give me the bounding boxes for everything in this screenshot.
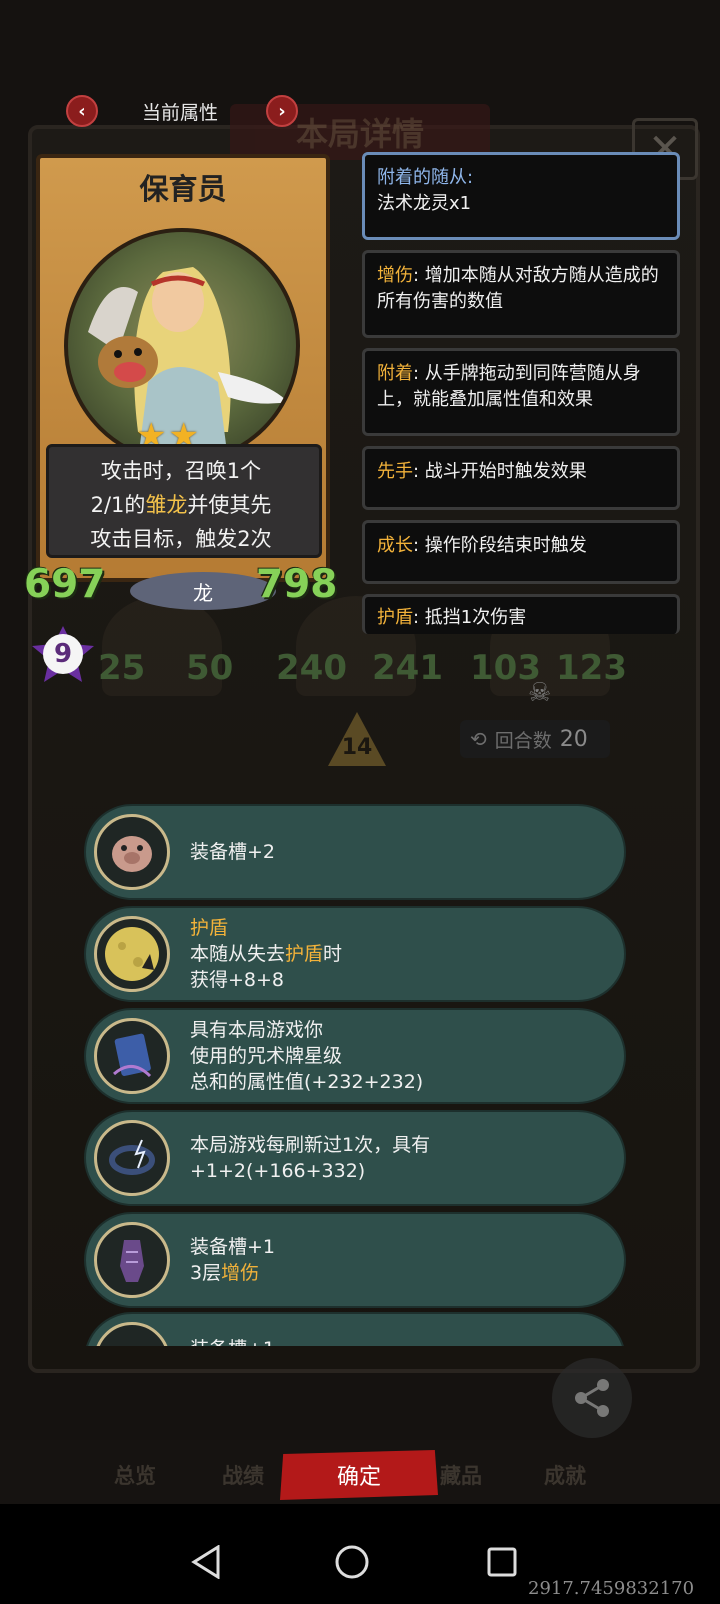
equipment-text: 装备槽+1 (190, 1336, 275, 1346)
keyword-title: 先手 (377, 461, 413, 482)
equipment-text-part: 本随从失去 (190, 943, 286, 965)
equipment-row[interactable]: 装备槽+1 (84, 1312, 626, 1346)
refresh-icon: ⟲ (470, 727, 487, 751)
equipment-row[interactable]: 本局游戏每刷新过1次，具有 +1+2(+166+332) (84, 1110, 626, 1206)
current-attributes-label: 当前属性 (142, 102, 219, 124)
equipment-row[interactable]: 具有本局游戏你 使用的咒术牌星级 总和的属性值(+232+232) (84, 1008, 626, 1104)
equipment-line: 总和的属性值(+232+232) (190, 1071, 424, 1093)
keyword-text: : 战斗开始时触发效果 (413, 461, 587, 482)
keyword-text: : 操作阶段结束时触发 (413, 535, 587, 556)
equipment-text-part: 3层 (190, 1262, 222, 1284)
minion-card: 保育员 ★★ 攻击时，召唤1个 2/1的雏龙并使其先 攻击目标，触发2次 697… (24, 148, 338, 622)
unit-attack: 25 (98, 648, 146, 688)
tier-badge: 9 (32, 626, 94, 682)
desc-keyword-hatchling: 雏龙 (145, 493, 188, 517)
desc-line-1: 攻击时，召唤1个 (100, 459, 262, 483)
equipment-text: 装备槽+2 (190, 839, 275, 865)
keyword-title: 附着 (377, 363, 413, 384)
equipment-row[interactable]: 装备槽+2 (84, 804, 626, 900)
keyword-text: : 增加本随从对敌方随从造成的所有伤害的数值 (377, 265, 659, 312)
item-icon (94, 1322, 170, 1346)
keyword-title: 护盾 (377, 607, 413, 628)
spellbook-icon (94, 1018, 170, 1094)
lightning-ring-icon (94, 1120, 170, 1196)
equipment-line: 使用的咒术牌星级 (190, 1045, 343, 1067)
equipment-line: 装备槽+1 (190, 1236, 276, 1258)
round-label: 回合数 (494, 729, 552, 752)
round-value: 20 (559, 726, 588, 752)
keyword-panel-damage-boost: 增伤: 增加本随从对敌方随从造成的所有伤害的数值 (362, 250, 680, 338)
keyword-panel-growth: 成长: 操作阶段结束时触发 (362, 520, 680, 584)
unit-attack: 240 (276, 648, 347, 688)
gauntlet-icon (94, 1222, 170, 1298)
equipment-text-part: 时 (323, 943, 343, 965)
keyword-panel-attached: 附着的随从: 法术龙灵x1 (362, 152, 680, 240)
next-arrow-button[interactable]: › (266, 95, 298, 127)
equipment-text: 本局游戏每刷新过1次，具有 +1+2(+166+332) (190, 1132, 430, 1184)
equipment-keyword: 增伤 (221, 1262, 260, 1284)
share-button[interactable] (552, 1358, 632, 1438)
equipment-line: +1+2(+166+332) (190, 1160, 366, 1182)
equipment-row-clip: 装备槽+1 (84, 1312, 626, 1346)
tab-record[interactable]: 战绩 (222, 1460, 264, 1490)
equipment-line: 3层增伤 (190, 1260, 275, 1286)
back-icon[interactable] (186, 1542, 226, 1582)
keyword-text: : 从手牌拖动到同阵营随从身上，就能叠加属性值和效果 (377, 363, 641, 410)
keyword-title: 增伤 (377, 265, 413, 286)
pig-icon (94, 814, 170, 890)
equipment-line: 具有本局游戏你 (190, 1019, 324, 1041)
tab-overview[interactable]: 总览 (114, 1460, 156, 1490)
health-value: 798 (256, 562, 338, 607)
round-counter: ⟲ 回合数 20 (460, 720, 610, 758)
equipment-text: 装备槽+1 3层增伤 (190, 1234, 275, 1286)
card-name: 保育员 (139, 172, 227, 206)
equipment-row[interactable]: 护盾 本随从失去护盾时 获得+8+8 (84, 906, 626, 1002)
desc-line-3: 攻击目标，触发2次 (90, 527, 272, 551)
card-description: 攻击时，召唤1个 2/1的雏龙并使其先 攻击目标，触发2次 (46, 454, 316, 556)
keyword-panel-attach: 附着: 从手牌拖动到同阵营随从身上，就能叠加属性值和效果 (362, 348, 680, 436)
keyword-text: 法术龙灵x1 (377, 193, 472, 214)
prev-arrow-button[interactable]: ‹ (66, 95, 98, 127)
equipment-text: 护盾 本随从失去护盾时 获得+8+8 (190, 915, 342, 993)
equipment-line: 获得+8+8 (190, 969, 285, 991)
desc-line-2: 2/1的雏龙并使其先 (46, 488, 316, 522)
keyword-panel-first-strike: 先手: 战斗开始时触发效果 (362, 446, 680, 510)
tribe-label: 龙 (130, 572, 276, 610)
equipment-row[interactable]: 装备槽+1 3层增伤 (84, 1212, 626, 1308)
recents-icon[interactable] (482, 1542, 522, 1582)
confirm-button[interactable]: 确定 (280, 1450, 438, 1500)
keyword-panel-shield: 护盾: 抵挡1次伤害 (362, 594, 680, 634)
unit-health: 241 (372, 648, 443, 688)
moon-icon (94, 916, 170, 992)
equipment-text: 具有本局游戏你 使用的咒术牌星级 总和的属性值(+232+232) (190, 1017, 423, 1095)
desc-text: 2/1的 (90, 493, 146, 517)
skull-icon: ☠ (528, 678, 552, 708)
tier-number: 9 (43, 634, 83, 674)
keyword-title: 成长 (377, 535, 413, 556)
unit-health: 123 (556, 648, 627, 688)
equipment-keyword: 护盾 (285, 943, 324, 965)
keyword-text: : 抵挡1次伤害 (413, 607, 527, 628)
equipment-line: 本局游戏每刷新过1次，具有 (190, 1134, 431, 1156)
share-icon (575, 1379, 609, 1417)
keyword-title: 附着的随从: (377, 167, 474, 188)
desc-text: 并使其先 (187, 493, 272, 517)
unit-health: 50 (186, 648, 234, 688)
tab-collection[interactable]: 藏品 (440, 1460, 482, 1490)
equipment-line: 装备槽+2 (190, 841, 276, 863)
home-icon[interactable] (332, 1542, 372, 1582)
equipment-line: 护盾 (190, 917, 229, 939)
tab-achievement[interactable]: 成就 (544, 1460, 586, 1490)
equipment-line: 装备槽+1 (190, 1336, 275, 1346)
coordinate-readout: 2917.7459832170 (528, 1578, 695, 1599)
equipment-line: 本随从失去护盾时 (190, 941, 342, 967)
attack-value: 697 (24, 562, 106, 607)
